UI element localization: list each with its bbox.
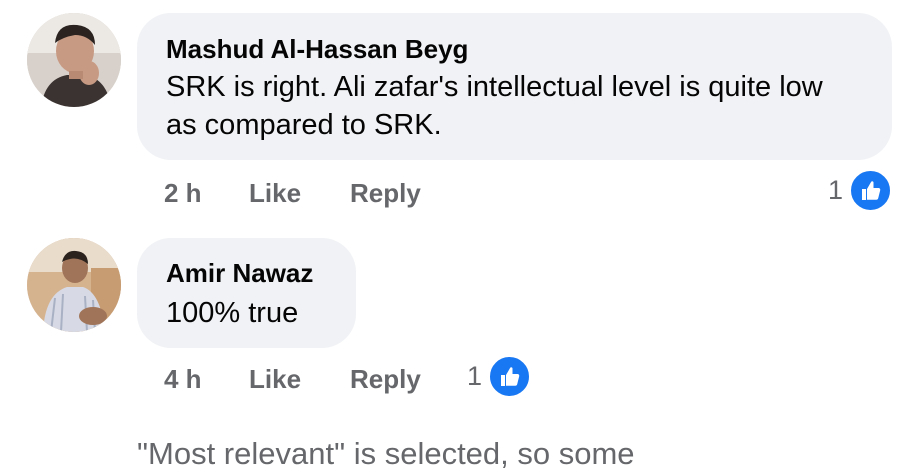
like-button[interactable]: Like	[249, 364, 301, 395]
comment-author[interactable]: Amir Nawaz	[166, 258, 313, 289]
avatar[interactable]	[27, 238, 121, 332]
avatar[interactable]	[27, 13, 121, 107]
thumbs-up-icon	[848, 168, 894, 213]
comment-text: SRK is right. Ali zafar's intellectual l…	[166, 71, 823, 141]
user-avatar-icon	[27, 13, 121, 107]
comment-bubble: Mashud Al-Hassan Beyg SRK is right. Ali …	[137, 13, 892, 160]
thumbs-up-icon	[487, 354, 533, 399]
comment-text: 100% true	[166, 297, 299, 329]
reaction-summary[interactable]: 1	[467, 354, 533, 399]
reaction-count: 1	[467, 361, 483, 391]
reaction-summary[interactable]: 1	[828, 168, 894, 213]
comment-timestamp[interactable]: 4 h	[164, 364, 202, 395]
user-avatar-icon	[27, 238, 121, 332]
comment-timestamp[interactable]: 2 h	[164, 178, 202, 209]
comment-bubble: Amir Nawaz 100% true	[137, 238, 356, 348]
reaction-count: 1	[828, 175, 844, 205]
reply-button[interactable]: Reply	[350, 178, 421, 209]
comment-author[interactable]: Mashud Al-Hassan Beyg	[166, 34, 468, 65]
like-button[interactable]: Like	[249, 178, 301, 209]
sort-notice: "Most relevant" is selected, so some	[137, 436, 635, 471]
reply-button[interactable]: Reply	[350, 364, 421, 395]
